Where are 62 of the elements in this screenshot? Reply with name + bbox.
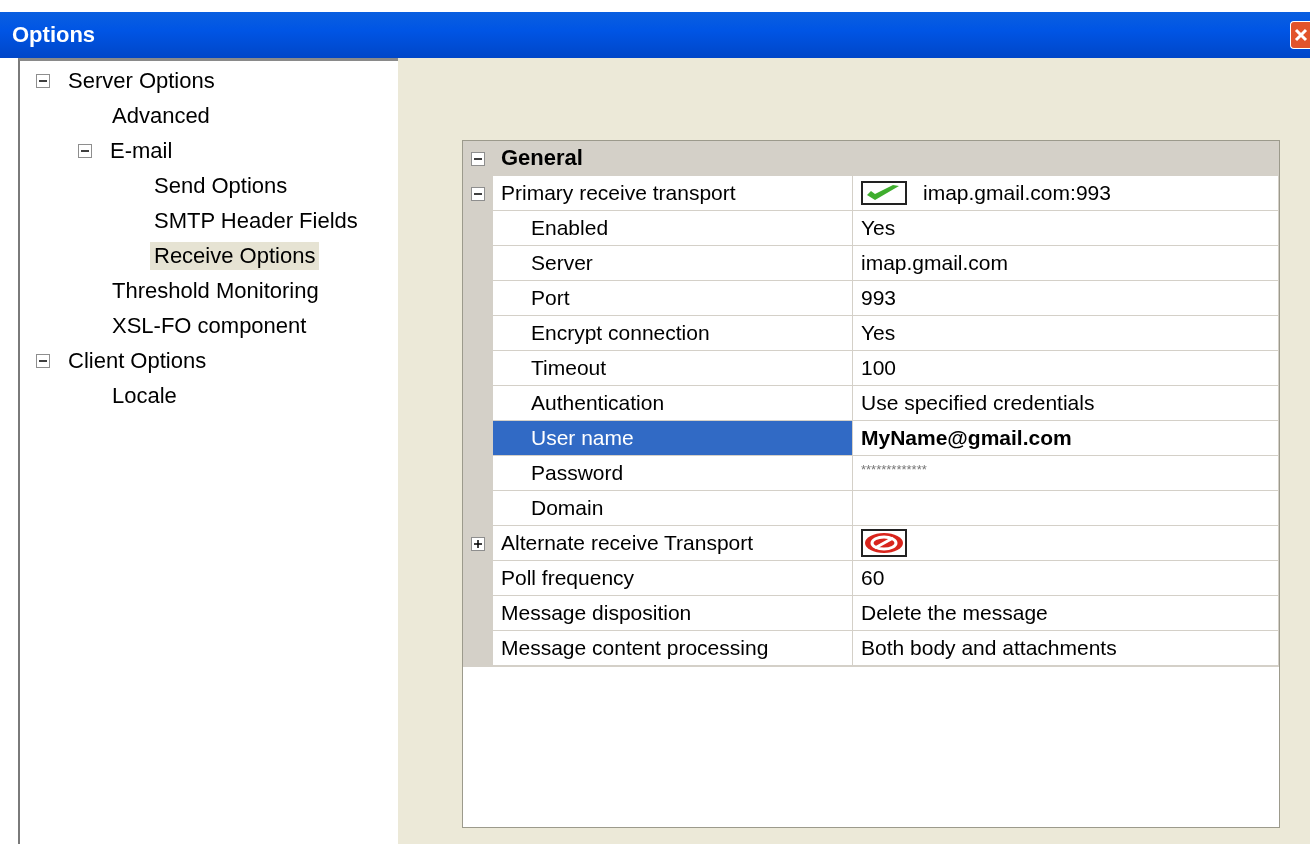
value-cell[interactable]: Use specified credentials bbox=[853, 386, 1279, 421]
category-heading: General bbox=[501, 145, 583, 171]
collapse-toggle[interactable] bbox=[471, 151, 485, 166]
value-cell[interactable]: MyName@gmail.com bbox=[853, 421, 1279, 456]
property-value: 100 bbox=[861, 356, 897, 380]
tree-item[interactable]: Client Options bbox=[64, 346, 211, 375]
value-cell[interactable] bbox=[853, 491, 1279, 526]
value-cell[interactable]: 993 bbox=[853, 281, 1279, 316]
value-cell[interactable] bbox=[853, 526, 1279, 561]
property-value: Use specified credentials bbox=[861, 391, 1095, 415]
close-icon bbox=[1293, 28, 1308, 42]
property-value: 993 bbox=[861, 286, 897, 310]
value-cell[interactable]: Yes bbox=[853, 316, 1279, 351]
property-name[interactable]: Message disposition bbox=[493, 596, 853, 631]
tree-item[interactable]: Threshold Monitoring bbox=[108, 276, 323, 305]
property-name[interactable]: Primary receive transport bbox=[493, 176, 853, 211]
value-cell[interactable]: imap.gmail.com bbox=[853, 246, 1279, 281]
expand-toggle[interactable] bbox=[471, 536, 485, 551]
tree-item[interactable]: SMTP Header Fields bbox=[150, 206, 362, 235]
property-value: Yes bbox=[861, 216, 896, 240]
property-name[interactable]: Password bbox=[493, 456, 853, 491]
row-header bbox=[463, 631, 493, 666]
property-value: Delete the message bbox=[861, 601, 1048, 625]
property-name[interactable]: Port bbox=[493, 281, 853, 316]
tree-item[interactable]: Receive Options bbox=[150, 241, 320, 270]
property-value: imap.gmail.com:993 bbox=[923, 181, 1111, 205]
property-name[interactable]: Timeout bbox=[493, 351, 853, 386]
property-value: MyName@gmail.com bbox=[861, 426, 1072, 450]
property-name[interactable]: Domain bbox=[493, 491, 853, 526]
collapse-toggle[interactable] bbox=[36, 73, 50, 88]
tree-item[interactable]: XSL-FO component bbox=[108, 311, 311, 340]
tree-item[interactable]: Locale bbox=[108, 381, 181, 410]
property-name[interactable]: Poll frequency bbox=[493, 561, 853, 596]
value-cell[interactable]: Delete the message bbox=[853, 596, 1279, 631]
property-name[interactable]: Alternate receive Transport bbox=[493, 526, 853, 561]
value-cell[interactable]: ************* bbox=[853, 456, 1279, 491]
tree-item[interactable]: Server Options bbox=[64, 66, 219, 95]
property-name[interactable]: Authentication bbox=[493, 386, 853, 421]
collapse-toggle[interactable] bbox=[78, 143, 92, 158]
masked-password: ************* bbox=[861, 462, 927, 477]
property-name[interactable]: Message content processing bbox=[493, 631, 853, 666]
collapse-toggle[interactable] bbox=[471, 186, 485, 201]
value-cell[interactable]: Yes bbox=[853, 211, 1279, 246]
value-cell[interactable]: Both body and attachments bbox=[853, 631, 1279, 666]
collapse-toggle[interactable] bbox=[36, 353, 50, 368]
close-button[interactable] bbox=[1290, 21, 1310, 49]
property-value: Both body and attachments bbox=[861, 636, 1117, 660]
property-name[interactable]: User name bbox=[493, 421, 853, 456]
window-title: Options bbox=[12, 22, 96, 48]
tree-item[interactable]: E-mail bbox=[106, 136, 177, 165]
tree-item[interactable]: Send Options bbox=[150, 171, 292, 200]
property-name[interactable]: Enabled bbox=[493, 211, 853, 246]
property-value: Yes bbox=[861, 321, 896, 345]
plus-icon bbox=[473, 538, 483, 549]
property-name[interactable]: Encrypt connection bbox=[493, 316, 853, 351]
property-value: 60 bbox=[861, 566, 885, 590]
property-value: imap.gmail.com bbox=[861, 251, 1009, 275]
value-cell[interactable]: 60 bbox=[853, 561, 1279, 596]
value-cell[interactable]: imap.gmail.com:993 bbox=[853, 176, 1279, 211]
tree-item[interactable]: Advanced bbox=[108, 101, 214, 130]
property-name[interactable]: Server bbox=[493, 246, 853, 281]
value-cell[interactable]: 100 bbox=[853, 351, 1279, 386]
